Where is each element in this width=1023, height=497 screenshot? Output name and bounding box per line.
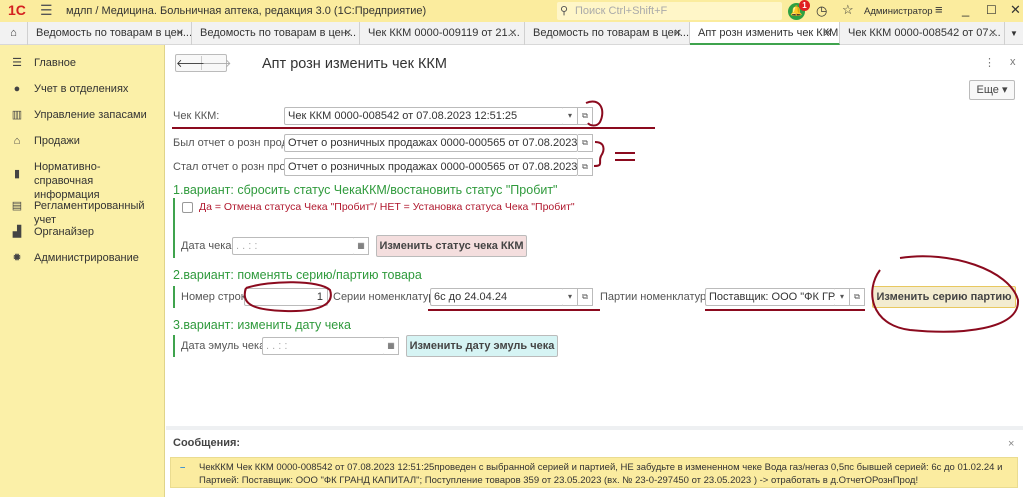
messages-title: Сообщения:	[173, 437, 241, 449]
change-series-batch-button[interactable]: Изменить серию партию	[872, 286, 1016, 308]
close-icon[interactable]: ✕	[176, 22, 184, 45]
sidebar-item-departments[interactable]: ● Учет в отделениях	[0, 82, 165, 96]
sidebar-item-organizer[interactable]: ▟ Органайзер	[0, 225, 165, 239]
variant1-heading: 1.вариант: сбросить статус ЧекаККМ/воста…	[173, 183, 558, 197]
search-icon: ⚲	[560, 5, 569, 17]
tab-2[interactable]: Ведомость по товарам в цен... ✕	[192, 22, 360, 45]
calendar-icon[interactable]: ▦	[354, 237, 369, 255]
tab-3[interactable]: Чек ККМ 0000-009119 от 21.... ✕	[360, 22, 525, 45]
sidebar-item-inventory[interactable]: ▥ Управление запасами	[0, 108, 165, 122]
open-icon[interactable]: ⧉	[578, 288, 593, 306]
check-label: Чек ККМ:	[173, 110, 220, 122]
sidebar-item-reference[interactable]: ▮ Нормативно-справочная информация	[0, 160, 165, 202]
menu-icon: ☰	[12, 57, 22, 69]
annotation-brace	[593, 141, 605, 167]
sidebar-item-admin[interactable]: ✹ Администрирование	[0, 251, 165, 265]
sidebar-item-sales[interactable]: ⌂ Продажи	[0, 134, 165, 148]
close-icon[interactable]: ✕	[674, 22, 682, 45]
basket-icon: ⌂	[13, 135, 21, 147]
minimize-icon[interactable]: _	[962, 2, 969, 17]
close-window-icon[interactable]: ✕	[1010, 2, 1021, 18]
notification-badge: 1	[799, 0, 810, 11]
home-icon[interactable]: ⌂	[0, 22, 28, 45]
page-title: Апт розн изменить чек ККМ	[262, 56, 447, 72]
more-actions-icon[interactable]: ⋮	[984, 56, 995, 69]
title-bar: 1С ☰ мдлп / Медицина. Больничная аптека,…	[0, 0, 1023, 22]
tab-bar: ⌂ Ведомость по товарам в цен... ✕ Ведомос…	[0, 22, 1023, 45]
change-status-button[interactable]: Изменить статус чека ККМ	[376, 235, 527, 257]
check-kkm-field[interactable]: Чек ККМ 0000-008542 от 07.08.2023 12:51:…	[284, 107, 564, 125]
variant3-group	[173, 335, 175, 357]
message-item[interactable]: – ЧекККМ Чек ККМ 0000-008542 от 07.08.20…	[170, 457, 1018, 488]
window-title: мдлп / Медицина. Больничная аптека, реда…	[66, 5, 427, 17]
documents-icon: ▮	[13, 168, 21, 180]
open-icon[interactable]: ⧉	[850, 288, 865, 306]
check-date-field[interactable]: . . : :	[232, 237, 355, 255]
was-report-field[interactable]: Отчет о розничных продажах 0000-000565 о…	[284, 134, 578, 152]
1c-logo-icon: 1С	[8, 2, 26, 18]
batch-label: Партии номенклатуры:	[600, 291, 718, 303]
message-text: ЧекККМ Чек ККМ 0000-008542 от 07.08.2023…	[199, 462, 1003, 486]
open-icon[interactable]: ⧉	[578, 158, 593, 176]
tab-5-active[interactable]: Апт розн изменить чек ККМ ✕	[690, 22, 840, 45]
settings-menu-icon[interactable]: ≡	[935, 2, 943, 17]
history-icon[interactable]: ◷	[816, 3, 827, 19]
dropdown-icon[interactable]: ▾	[835, 288, 850, 306]
tab-1[interactable]: Ведомость по товарам в цен... ✕	[28, 22, 192, 45]
ledger-icon: ▤	[11, 200, 23, 212]
forward-arrow-icon[interactable]: 🡒	[202, 56, 232, 70]
close-icon[interactable]: ✕	[509, 22, 517, 45]
user-name[interactable]: Администратор	[864, 6, 933, 17]
sidebar-item-regulated[interactable]: ▤ Регламентированный учет	[0, 199, 165, 227]
series-label: Серии номенклатуры:	[333, 291, 446, 303]
favorites-star-icon[interactable]: ☆	[842, 2, 854, 18]
messages-divider	[166, 426, 1023, 430]
warehouse-icon: ▥	[11, 109, 23, 121]
check-date-label: Дата чека:	[181, 240, 235, 252]
hamburger-menu-icon[interactable]: ☰	[40, 2, 53, 19]
now-report-label: Стал отчет о розн прод:	[173, 161, 295, 173]
now-report-field[interactable]: Отчет о розничных продажах 0000-000565 о…	[284, 158, 578, 176]
close-icon[interactable]: ✕	[344, 22, 352, 45]
back-arrow-icon[interactable]: 🡐	[176, 56, 206, 70]
sidebar-item-main[interactable]: ☰ Главное	[0, 56, 165, 70]
variant3-heading: 3.вариант: изменить дату чека	[173, 318, 351, 332]
gear-icon: ✹	[12, 252, 22, 264]
close-icon[interactable]: ✕	[824, 22, 832, 43]
variant2-heading: 2.вариант: поменять серию/партию товара	[173, 268, 422, 282]
dropdown-icon[interactable]: ▾	[563, 288, 578, 306]
tab-6[interactable]: Чек ККМ 0000-008542 от 07.... ✕	[840, 22, 1005, 45]
sidebar: ☰ Главное ● Учет в отделениях ▥ Управление …	[0, 45, 165, 497]
emul-date-label: Дата эмуль чека:	[181, 340, 269, 352]
tabs-dropdown-icon[interactable]: ▼	[1005, 22, 1023, 45]
annotation-equals	[615, 152, 635, 161]
close-form-icon[interactable]: x	[1010, 56, 1016, 68]
search-input[interactable]: ⚲ Поиск Ctrl+Shift+F	[557, 2, 782, 20]
batch-field[interactable]: Поставщик: ООО "ФК ГРА	[705, 288, 836, 306]
close-icon[interactable]: ✕	[989, 22, 997, 45]
dropdown-icon[interactable]: ▾	[563, 107, 578, 125]
series-field[interactable]: 6с до 24.04.24	[430, 288, 564, 306]
user-icon: ●	[13, 83, 21, 95]
chart-icon: ▟	[12, 226, 22, 238]
change-emul-date-button[interactable]: Изменить дату эмуль чека	[406, 335, 558, 357]
open-icon[interactable]: ⧉	[578, 107, 593, 125]
open-icon[interactable]: ⧉	[578, 134, 593, 152]
close-messages-icon[interactable]: ×	[1008, 438, 1014, 450]
notifications-bell-icon[interactable]: 🔔 1	[788, 0, 810, 20]
variant1-group	[173, 198, 175, 258]
more-button[interactable]: Еще ▾	[969, 80, 1015, 100]
calendar-icon[interactable]: ▦	[384, 337, 399, 355]
was-report-label: Был отчет о розн прод:	[173, 137, 291, 149]
message-dash-icon: –	[180, 462, 186, 473]
row-number-field[interactable]: 1	[244, 288, 328, 306]
emul-date-field[interactable]: . . : :	[262, 337, 385, 355]
tab-4[interactable]: Ведомость по товарам в цен... ✕	[525, 22, 690, 45]
variant2-group	[173, 286, 175, 308]
maximize-icon[interactable]: ☐	[986, 3, 997, 17]
nav-buttons: 🡐 🡒	[175, 54, 232, 72]
checkbox-label: Да = Отмена статуса Чека "Пробит"/ НЕТ =…	[199, 201, 575, 213]
reset-status-checkbox[interactable]	[182, 202, 193, 213]
